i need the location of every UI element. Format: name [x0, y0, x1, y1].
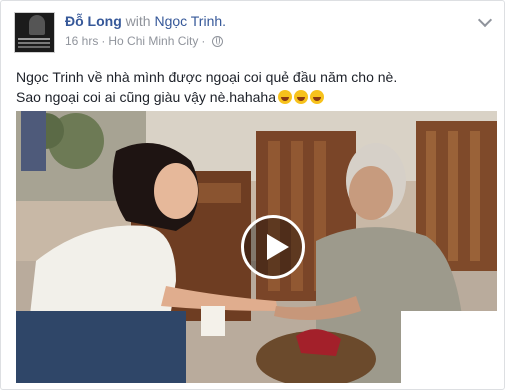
author-avatar[interactable] — [14, 12, 55, 53]
meta-separator-2: · — [201, 34, 206, 48]
video-player[interactable] — [16, 111, 497, 383]
chevron-down-icon[interactable] — [477, 12, 493, 28]
feed-post: Đỗ Long with Ngọc Trinh. 16 hrs · Ho Chi… — [0, 0, 505, 390]
post-text: Ngọc Trinh về nhà mình được ngoại coi qu… — [16, 67, 397, 107]
grinning-squinting-face-icon — [277, 90, 292, 104]
play-icon[interactable] — [241, 215, 305, 279]
grinning-squinting-face-icon — [309, 90, 324, 104]
post-header: Đỗ Long with Ngọc Trinh. — [65, 13, 226, 29]
with-label: with — [125, 13, 151, 29]
grinning-squinting-face-icon — [293, 90, 308, 104]
meta-separator: · — [101, 34, 106, 48]
post-timestamp-link[interactable]: 16 hrs — [65, 34, 98, 48]
avatar-caption-lines — [18, 38, 50, 40]
post-text-line-2-content: Sao ngoại coi ai cũng giàu vậy nè.hahaha — [16, 89, 276, 105]
avatar-figure — [29, 15, 45, 35]
tagged-person-link[interactable]: Ngọc Trinh. — [154, 13, 226, 29]
post-text-line-1: Ngọc Trinh về nhà mình được ngoại coi qu… — [16, 69, 398, 85]
post-meta: 16 hrs · Ho Chi Minh City · — [65, 34, 224, 48]
post-text-line-2: Sao ngoại coi ai cũng giàu vậy nè.hahaha — [16, 87, 397, 107]
location-link[interactable]: Ho Chi Minh City — [108, 34, 198, 48]
author-name-link[interactable]: Đỗ Long — [65, 13, 122, 29]
globe-icon[interactable] — [212, 35, 224, 47]
